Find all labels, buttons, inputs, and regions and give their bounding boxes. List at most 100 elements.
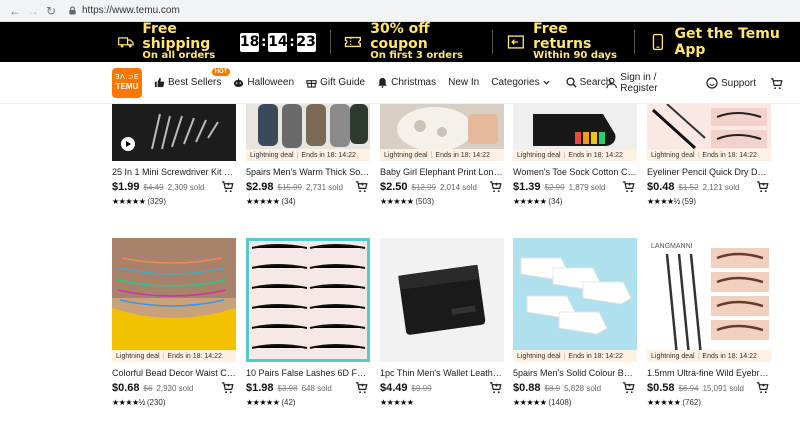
sold-count: 2,121 sold: [702, 183, 740, 192]
reload-button[interactable]: ↻: [42, 2, 60, 20]
product-image[interactable]: [380, 238, 504, 362]
lightning-deal-banner: Lightning deal | Ends in 18: 14:22: [647, 350, 771, 362]
original-price: $6.94: [678, 384, 699, 393]
star-rating: ★★★★½: [112, 398, 145, 407]
original-price: $3.98: [277, 384, 298, 393]
support-link[interactable]: Support: [706, 77, 756, 89]
countdown-colon: :: [289, 34, 295, 50]
product-image[interactable]: Lightning deal | Ends in 18: 14:22: [380, 104, 504, 161]
original-price: $15.99: [277, 183, 302, 192]
sold-count: 2,930 sold: [156, 384, 194, 393]
product-title[interactable]: Eyeliner Pencil Quick Dry Durabl...: [647, 167, 771, 177]
coupon-subtitle: On first 3 orders: [370, 50, 463, 62]
nav-gift-guide[interactable]: Gift Guide: [306, 77, 365, 88]
nav-new-in[interactable]: New In: [448, 77, 479, 88]
deal-label: Lightning deal: [384, 151, 428, 159]
countdown-timer: 18 : 14 : 23: [240, 32, 316, 52]
product-card[interactable]: 25 In 1 Mini Screwdriver Kit Port... $1.…: [112, 104, 236, 206]
product-image[interactable]: [112, 104, 236, 161]
product-card[interactable]: Lightning deal | Ends in 18: 14:22 Women's…: [513, 104, 637, 206]
add-to-cart-icon[interactable]: [622, 381, 635, 394]
nav-best-sellers[interactable]: Best Sellers HOT: [154, 68, 231, 88]
add-to-cart-icon[interactable]: [489, 381, 502, 394]
review-count: (230): [146, 398, 166, 407]
nav-categories[interactable]: Categories: [491, 77, 553, 88]
product-image[interactable]: LANGMANNI Lightning deal | Ends in 18: 14:…: [647, 238, 771, 362]
thumbs-up-icon: [154, 77, 165, 88]
promo-banner[interactable]: Free shipping On all orders 18 : 14 : 23…: [0, 22, 800, 62]
product-title[interactable]: Colorful Bead Decor Waist Chain: [112, 368, 236, 378]
product-card[interactable]: Lightning deal | Ends in 18: 14:22 5pairs …: [246, 104, 370, 206]
divider: [329, 30, 331, 54]
product-card[interactable]: Lightning deal | Ends in 18: 14:22 Colorfu…: [112, 238, 236, 407]
coupon-promo[interactable]: 30% off coupon On first 3 orders: [344, 22, 478, 62]
chevron-down-icon: [542, 80, 550, 85]
product-title[interactable]: Women's Toe Sock Cotton Crew...: [513, 167, 637, 177]
add-to-cart-icon[interactable]: [489, 180, 502, 193]
add-to-cart-icon[interactable]: [355, 180, 368, 193]
product-price: $0.68: [112, 382, 140, 394]
shipping-subtitle: On all orders: [142, 50, 216, 62]
product-price: $0.48: [647, 181, 675, 193]
header-account-area: Sign in / Register Support: [606, 62, 800, 104]
product-card[interactable]: 10 Pairs False Lashes 6D Faux Mi... $1.9…: [246, 238, 370, 407]
add-to-cart-icon[interactable]: [221, 381, 234, 394]
free-shipping-promo[interactable]: Free shipping On all orders 18 : 14 : 23: [118, 22, 316, 62]
product-price: $1.99: [112, 181, 140, 193]
get-app-label: Get the Temu App: [674, 26, 780, 58]
product-card[interactable]: 1pc Thin Men's Wallet Leather ... $4.49 …: [380, 238, 504, 407]
deal-timer: Ends in 18: 14:22: [702, 352, 757, 360]
signin-link[interactable]: Sign in / Register: [606, 72, 692, 94]
svg-text:LANGMANNI: LANGMANNI: [651, 243, 693, 250]
product-image[interactable]: Lightning deal | Ends in 18: 14:22: [112, 238, 236, 362]
sold-count: 1,879 sold: [568, 183, 606, 192]
product-image[interactable]: Lightning deal | Ends in 18: 14:22: [647, 104, 771, 161]
product-title[interactable]: 1.5mm Ultra-fine Wild Eyebrow ...: [647, 368, 771, 378]
return-box-icon: [508, 35, 525, 49]
product-title[interactable]: 5pairs Men's Solid Colour Busin...: [513, 368, 637, 378]
logo-text: TEMU: [115, 82, 139, 91]
add-to-cart-icon[interactable]: [355, 381, 368, 394]
search-button[interactable]: Search: [566, 77, 611, 88]
address-bar[interactable]: https://www.temu.com: [68, 5, 180, 16]
nav-halloween[interactable]: Halloween: [233, 77, 294, 88]
add-to-cart-icon[interactable]: [221, 180, 234, 193]
get-app-promo[interactable]: Get the Temu App: [649, 22, 800, 62]
product-title[interactable]: 25 In 1 Mini Screwdriver Kit Port...: [112, 167, 236, 177]
product-title[interactable]: 1pc Thin Men's Wallet Leather ...: [380, 368, 504, 378]
nav-christmas[interactable]: Christmas: [377, 77, 436, 88]
forward-button[interactable]: →: [24, 2, 42, 20]
countdown-colon: :: [261, 34, 267, 50]
sold-count: 2,309 sold: [167, 183, 205, 192]
add-to-cart-icon[interactable]: [756, 381, 769, 394]
signin-label: Sign in / Register: [620, 72, 658, 94]
add-to-cart-icon[interactable]: [622, 180, 635, 193]
add-to-cart-icon[interactable]: [756, 180, 769, 193]
temu-logo[interactable]: ƎɅ.⊃E TEMU: [112, 67, 142, 98]
hot-badge: HOT: [211, 68, 231, 76]
divider: [633, 30, 635, 54]
product-card[interactable]: Lightning deal | Ends in 18: 14:22 Eyeline…: [647, 104, 771, 206]
cart-button[interactable]: [770, 77, 786, 90]
product-card[interactable]: Lightning deal | Ends in 18: 14:22 Baby Gi…: [380, 104, 504, 206]
returns-subtitle: Within 90 days: [533, 50, 617, 62]
product-image[interactable]: Lightning deal | Ends in 18: 14:22: [246, 104, 370, 161]
product-card[interactable]: LANGMANNI Lightning deal | Ends in 18: 14:…: [647, 238, 771, 407]
star-rating: ★★★★★: [380, 398, 414, 407]
back-button[interactable]: ←: [6, 2, 24, 20]
product-title[interactable]: 5pairs Men's Warm Thick Socks ...: [246, 167, 370, 177]
product-image[interactable]: [246, 238, 370, 362]
product-image[interactable]: Lightning deal | Ends in 18: 14:22: [513, 104, 637, 161]
returns-promo[interactable]: Free returns Within 90 days: [507, 22, 619, 62]
product-image[interactable]: Lightning deal | Ends in 18: 14:22: [513, 238, 637, 362]
deal-timer: Ends in 18: 14:22: [167, 352, 222, 360]
product-card[interactable]: Lightning deal | Ends in 18: 14:22 5pairs …: [513, 238, 637, 407]
sold-count: 2,731 sold: [306, 183, 343, 192]
star-rating: ★★★★½: [647, 197, 680, 206]
product-title[interactable]: 10 Pairs False Lashes 6D Faux Mi...: [246, 368, 370, 378]
product-title[interactable]: Baby Girl Elephant Print Long Sl...: [380, 167, 504, 177]
deal-label: Lightning deal: [651, 352, 695, 360]
review-count: (762): [682, 398, 702, 407]
sold-count: 5,828 sold: [564, 384, 602, 393]
deal-timer: Ends in 18: 14:22: [435, 151, 490, 159]
